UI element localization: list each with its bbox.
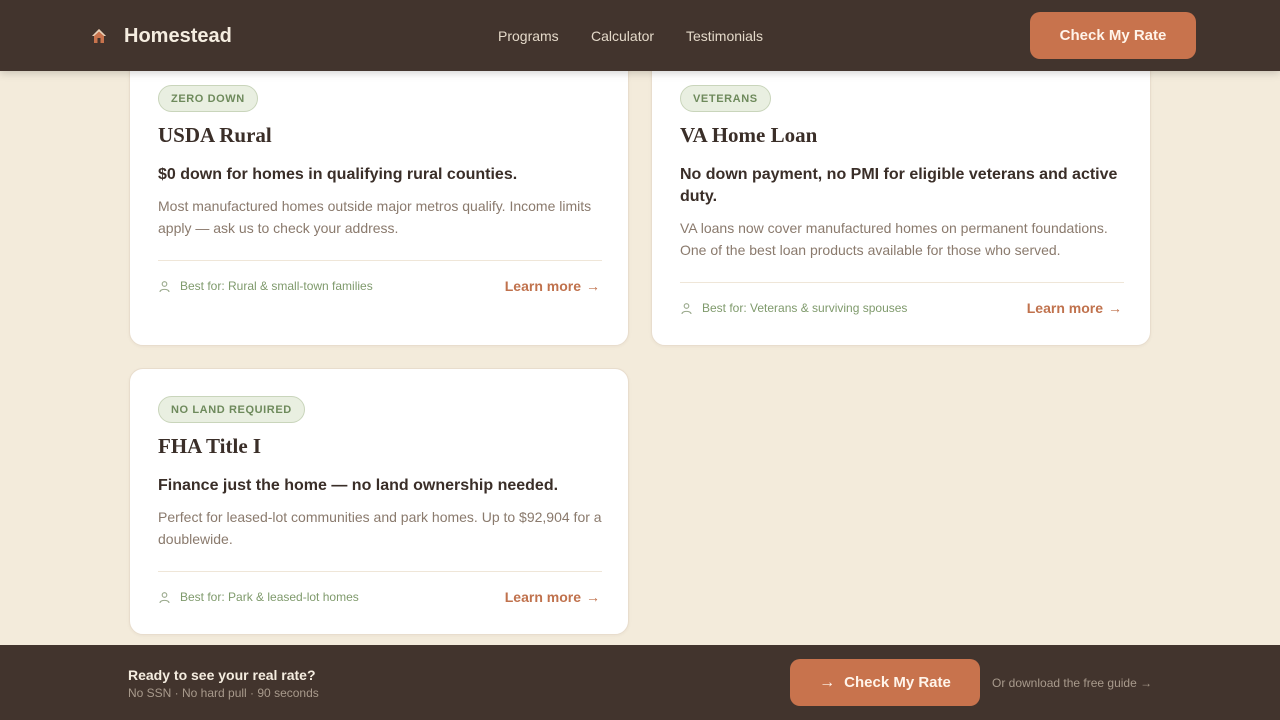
program-subtitle: No down payment, no PMI for eligible vet… [680, 166, 1118, 205]
best-for: Best for: Park & leased-lot homes [158, 590, 359, 604]
learn-more-link[interactable]: Learn more → [505, 278, 600, 294]
cta-label: Check My Rate [844, 674, 951, 691]
best-for: Best for: Veterans & surviving spouses [680, 301, 907, 315]
program-description: Most manufactured homes outside major me… [158, 198, 592, 236]
program-badge: ZERO DOWN [158, 85, 258, 112]
learn-more-link[interactable]: Learn more → [1027, 300, 1122, 316]
program-card-usda: ZERO DOWN USDA Rural $0 down for homes i… [129, 50, 629, 346]
arrow-right-icon: → [586, 589, 600, 605]
best-for-text: Best for: Park & leased-lot homes [180, 590, 359, 604]
best-for-text: Best for: Veterans & surviving spouses [702, 301, 908, 315]
card-divider [158, 260, 602, 261]
card-divider [158, 571, 602, 572]
arrow-right-icon: → [586, 278, 600, 294]
program-badge: VETERANS [680, 85, 771, 112]
program-badge: NO LAND REQUIRED [158, 396, 305, 423]
learn-more-link[interactable]: Learn more → [505, 589, 600, 605]
best-for: Best for: Rural & small-town families [158, 279, 373, 293]
program-card-va: VETERANS VA Home Loan No down payment, n… [651, 50, 1151, 346]
site-header: Homestead Programs Calculator Testimonia… [0, 0, 1280, 71]
check-rate-button-bottom[interactable]: → Check My Rate [790, 659, 980, 706]
people-icon [158, 280, 171, 293]
cta-bar-title: Ready to see your real rate? [128, 667, 316, 683]
program-description: Perfect for leased-lot communities and p… [158, 509, 602, 547]
cta-bar-subtitle: No SSN · No hard pull · 90 seconds [128, 686, 319, 700]
program-subtitle: $0 down for homes in qualifying rural co… [158, 166, 518, 183]
learn-more-label: Learn more [504, 589, 581, 605]
program-title: FHA Title I [158, 434, 262, 458]
program-title: VA Home Loan [680, 123, 818, 147]
learn-more-label: Learn more [504, 278, 581, 294]
people-icon [158, 591, 171, 604]
program-title: USDA Rural [158, 123, 272, 147]
nav-calculator[interactable]: Calculator [591, 28, 654, 44]
program-description: VA loans now cover manufactured homes on… [680, 220, 1108, 258]
people-icon [680, 302, 693, 315]
program-subtitle: Finance just the home — no land ownershi… [158, 477, 559, 494]
sticky-cta-bar: Ready to see your real rate? No SSN · No… [0, 645, 1280, 720]
learn-more-label: Learn more [1026, 300, 1103, 316]
arrow-right-icon: → [1108, 300, 1122, 316]
nav-programs[interactable]: Programs [498, 28, 559, 44]
download-guide-link[interactable]: Or download the free guide → [992, 676, 1152, 690]
arrow-right-icon: → [819, 673, 836, 691]
program-card-fha: NO LAND REQUIRED FHA Title I Finance jus… [129, 368, 629, 635]
check-rate-button[interactable]: Check My Rate [1030, 12, 1196, 59]
card-divider [680, 282, 1124, 283]
nav-testimonials[interactable]: Testimonials [686, 28, 763, 44]
best-for-text: Best for: Rural & small-town families [180, 279, 373, 293]
